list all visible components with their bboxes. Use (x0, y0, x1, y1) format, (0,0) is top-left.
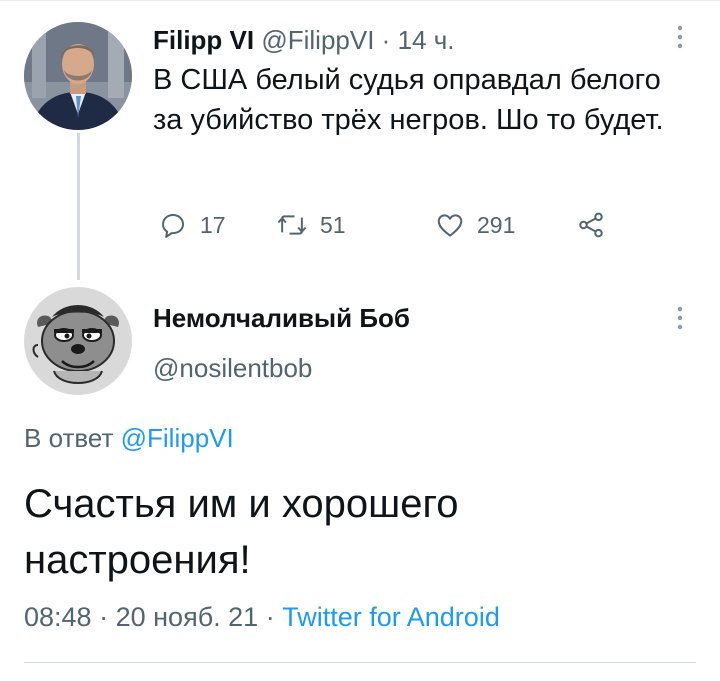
retweet-arrows-icon (277, 215, 307, 235)
reply-tweet-text: Счастья им и хорошего настроения! (24, 482, 459, 582)
parent-tweet-header: Filipp VI @FilippVI · 14 ч. (153, 24, 455, 56)
replying-to-prefix: В ответ (24, 423, 114, 453)
retweet-button[interactable]: 51 (276, 207, 346, 243)
header-separator: · (381, 25, 391, 55)
parent-author-name[interactable]: Filipp VI (153, 25, 254, 55)
tweet-source[interactable]: Twitter for Android (282, 602, 500, 632)
top-divider (0, 0, 720, 1)
like-button[interactable]: 291 (435, 207, 515, 243)
reply-more-options-button[interactable] (673, 305, 687, 336)
vertical-dots-icon (677, 25, 683, 49)
meta-separator: · (99, 602, 109, 632)
like-count: 291 (477, 211, 516, 238)
speech-bubble-icon (162, 214, 184, 238)
reply-author-handle[interactable]: @nosilentbob (153, 352, 312, 384)
vertical-dots-icon (677, 306, 683, 330)
tweet-time[interactable]: 08:48 (24, 602, 92, 632)
tweet-metadata: 08:48 · 20 нояб. 21 · Twitter for Androi… (24, 600, 500, 634)
reply-count: 17 (200, 211, 226, 238)
replying-to-handle[interactable]: @FilippVI (121, 423, 234, 453)
bottom-divider (24, 662, 696, 663)
parent-tweet-text: В США белый судья оправдал белого за уби… (153, 64, 664, 136)
tweet-date[interactable]: 20 нояб. 21 (116, 602, 259, 632)
avatar-nosilentbob[interactable] (24, 287, 132, 395)
replying-to-line: В ответ @FilippVI (24, 422, 234, 454)
parent-more-options-button[interactable] (673, 24, 687, 55)
avatar-filipp[interactable] (24, 22, 132, 130)
meta-separator: · (265, 602, 275, 632)
heart-icon (437, 214, 463, 237)
retweet-count: 51 (320, 211, 346, 238)
parent-time-ago[interactable]: 14 ч. (398, 25, 455, 55)
reply-button[interactable]: 17 (158, 207, 226, 243)
reply-author-name[interactable]: Немолчаливый Боб (153, 302, 410, 334)
share-button[interactable] (576, 207, 606, 243)
share-nodes-icon (579, 212, 603, 238)
parent-author-handle[interactable]: @FilippVI (261, 25, 374, 55)
thread-connector-line (77, 133, 80, 280)
